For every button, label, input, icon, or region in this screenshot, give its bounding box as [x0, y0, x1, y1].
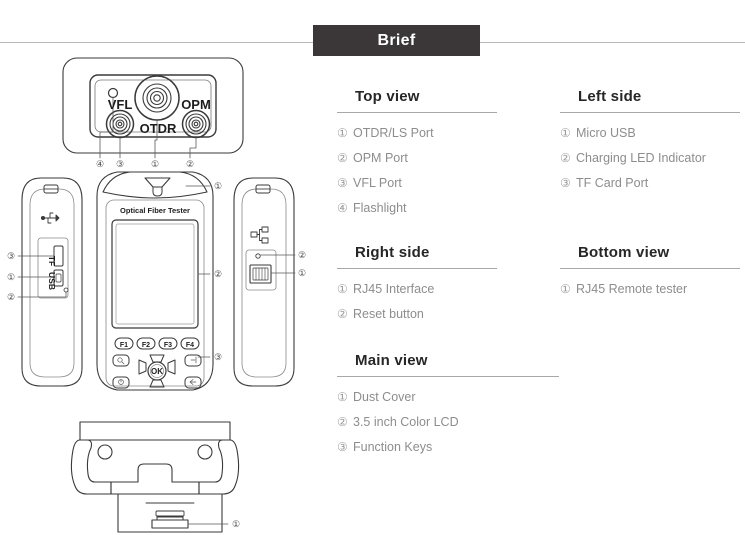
list-item: ② 3.5 inch Color LCD: [337, 410, 559, 435]
section-top-view-list: ① OTDR/LS Port ② OPM Port ③ VFL Port ④ Flash…: [337, 121, 497, 221]
section-bottom-view-divider: [560, 268, 740, 269]
list-item: ④ Flashlight: [337, 196, 497, 221]
list-item-number: ④: [337, 201, 348, 215]
bottom-view-device: [70, 421, 240, 533]
list-item-label: Micro USB: [576, 126, 636, 140]
main-view-callout-3: ③: [214, 352, 222, 362]
top-view-vfl-label: VFL: [108, 97, 133, 112]
list-item: ③ VFL Port: [337, 171, 497, 196]
function-key-f1: F1: [120, 342, 128, 349]
list-item-number: ③: [337, 176, 348, 190]
list-item: ② Charging LED Indicator: [560, 146, 740, 171]
list-item: ① RJ45 Interface: [337, 277, 497, 302]
brief-page: Brief VFL OTDR OPM ④ ③ ① ② TF USB ③ ① ② …: [0, 0, 745, 535]
list-item-label: Charging LED Indicator: [576, 151, 706, 165]
left-side-tf-label: TF: [47, 256, 57, 266]
top-view-device: [62, 57, 244, 159]
list-item-label: VFL Port: [353, 176, 402, 190]
list-item-number: ②: [337, 415, 348, 429]
product-illustration: VFL OTDR OPM ④ ③ ① ② TF USB ③ ① ② ② ① Op…: [7, 57, 306, 533]
top-view-otdr-label: OTDR: [140, 121, 177, 136]
brief-title: Brief: [377, 31, 416, 49]
main-view-callout-2: ②: [214, 269, 222, 279]
section-left-side-divider: [560, 112, 740, 113]
top-view-callout-4: ④: [96, 159, 104, 169]
list-item: ③ Function Keys: [337, 435, 559, 460]
right-side-callout-1: ①: [298, 268, 306, 278]
list-item-number: ③: [337, 440, 348, 454]
section-top-view-divider: [337, 112, 497, 113]
left-side-callout-3: ③: [7, 251, 15, 261]
list-item-number: ①: [337, 282, 348, 296]
section-right-side-title: Right side: [355, 244, 430, 261]
list-item-number: ①: [337, 126, 348, 140]
list-item-label: RJ45 Remote tester: [576, 282, 688, 296]
right-side-callout-2: ②: [298, 250, 306, 260]
list-item: ② Reset button: [337, 302, 497, 327]
section-top-view: Top view ① OTDR/LS Port ② OPM Port ③ VFL Po…: [337, 88, 497, 221]
section-bottom-view: Bottom view ① RJ45 Remote tester: [560, 244, 740, 302]
section-right-side: Right side ① RJ45 Interface ② Reset button: [337, 244, 497, 327]
list-item-number: ②: [337, 307, 348, 321]
list-item-label: RJ45 Interface: [353, 282, 435, 296]
top-view-callout-2: ②: [186, 159, 194, 169]
left-side-usb-label: USB: [47, 272, 57, 290]
list-item-label: 3.5 inch Color LCD: [353, 415, 459, 429]
section-bottom-view-list: ① RJ45 Remote tester: [560, 277, 740, 302]
section-left-side-title: Left side: [578, 88, 642, 105]
brief-header-bar: Brief: [313, 25, 480, 56]
list-item-number: ②: [560, 151, 571, 165]
section-main-view-list: ① Dust Cover ② 3.5 inch Color LCD ③ Functio…: [337, 385, 559, 460]
list-item-number: ①: [337, 390, 348, 404]
function-key-f2: F2: [142, 342, 150, 349]
list-item: ① RJ45 Remote tester: [560, 277, 740, 302]
list-item: ③ TF Card Port: [560, 171, 740, 196]
main-view-callout-1: ①: [214, 181, 222, 191]
section-left-side: Left side ① Micro USB ② Charging LED Indic…: [560, 88, 740, 196]
list-item-number: ①: [560, 126, 571, 140]
top-view-opm-label: OPM: [181, 97, 211, 112]
top-view-callout-1: ①: [151, 159, 159, 169]
list-item: ② OPM Port: [337, 146, 497, 171]
bottom-view-callout-1: ①: [232, 519, 240, 529]
section-top-view-title: Top view: [355, 88, 420, 105]
ok-key-label: OK: [151, 367, 163, 376]
main-view-device: [96, 171, 214, 391]
list-item-number: ①: [560, 282, 571, 296]
main-view-brand-label: Optical Fiber Tester: [120, 206, 190, 215]
list-item: ① Dust Cover: [337, 385, 559, 410]
function-key-f4: F4: [186, 342, 194, 349]
section-left-side-list: ① Micro USB ② Charging LED Indicator ③ TF C…: [560, 121, 740, 196]
list-item-label: TF Card Port: [576, 176, 649, 190]
top-view-callout-3: ③: [116, 159, 124, 169]
list-item-label: Dust Cover: [353, 390, 416, 404]
left-side-callout-2: ②: [7, 292, 15, 302]
section-right-side-list: ① RJ45 Interface ② Reset button: [337, 277, 497, 327]
list-item-label: OPM Port: [353, 151, 408, 165]
section-right-side-divider: [337, 268, 497, 269]
left-side-callout-1: ①: [7, 272, 15, 282]
list-item: ① Micro USB: [560, 121, 740, 146]
function-key-f3: F3: [164, 342, 172, 349]
list-item-number: ②: [337, 151, 348, 165]
section-main-view: Main view ① Dust Cover ② 3.5 inch Color LC…: [337, 352, 559, 460]
right-side-device: [233, 177, 296, 387]
section-main-view-divider: [337, 376, 559, 377]
list-item-number: ③: [560, 176, 571, 190]
list-item-label: Flashlight: [353, 201, 407, 215]
list-item-label: Function Keys: [353, 440, 433, 454]
list-item-label: OTDR/LS Port: [353, 126, 434, 140]
section-bottom-view-title: Bottom view: [578, 244, 670, 261]
section-main-view-title: Main view: [355, 352, 428, 369]
list-item-label: Reset button: [353, 307, 424, 321]
list-item: ① OTDR/LS Port: [337, 121, 497, 146]
